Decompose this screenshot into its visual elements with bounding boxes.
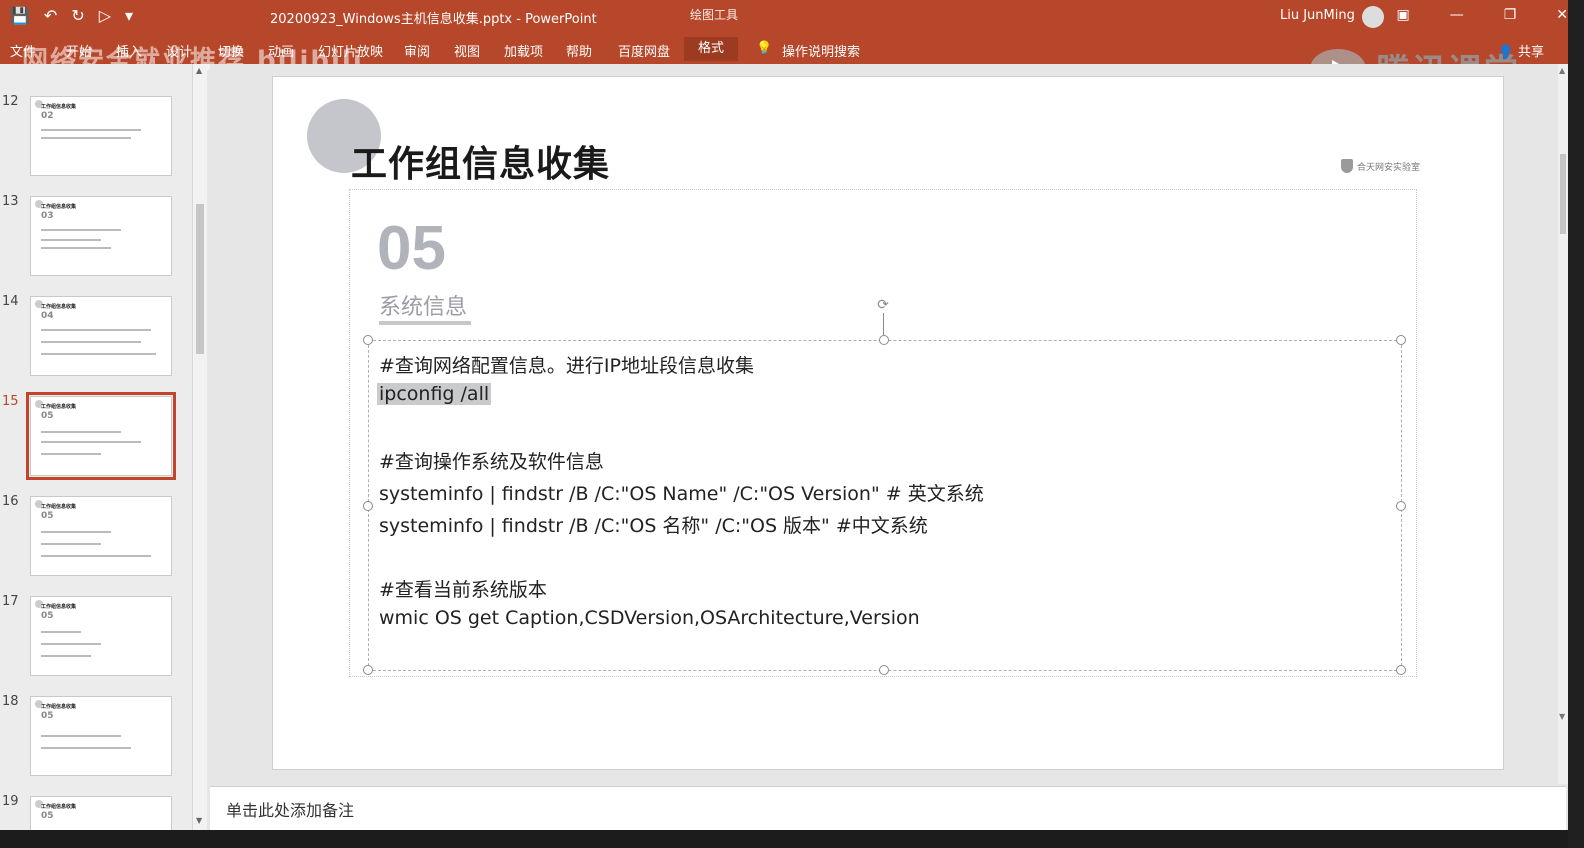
slide-thumbnail-13[interactable]: 13 工作组信息收集 03 xyxy=(0,194,192,278)
selected-text[interactable]: ipconfig /all xyxy=(377,383,492,405)
window-buttons: ▣ — ❐ ✕ xyxy=(1396,7,1568,23)
slide-thumbnail-16[interactable]: 16 工作组信息收集 05 xyxy=(0,494,192,578)
tab-review[interactable]: 审阅 xyxy=(404,41,430,60)
title-bar: 💾 ↶ ↻ ▷ ▾ 20200923_Windows主机信息收集.pptx - … xyxy=(0,0,1584,34)
section-subtitle[interactable]: 系统信息 xyxy=(379,289,467,321)
text-line[interactable]: systeminfo | findstr /B /C:"OS Name" /C:… xyxy=(379,479,984,506)
resize-handle-s[interactable] xyxy=(879,665,889,675)
close-icon[interactable]: ✕ xyxy=(1556,7,1568,23)
resize-handle-se[interactable] xyxy=(1396,665,1406,675)
scroll-up-icon[interactable]: ▲ xyxy=(196,66,202,75)
thumbnail-scrollbar[interactable]: ▲ ▼ xyxy=(192,64,207,830)
minimize-icon[interactable]: — xyxy=(1450,7,1464,23)
context-tab-label: 绘图工具 xyxy=(690,8,739,22)
subtitle-underline xyxy=(379,321,471,325)
text-line[interactable]: #查询网络配置信息。进行IP地址段信息收集 xyxy=(379,351,754,378)
slide-logo: 合天网安实验室 xyxy=(1341,159,1420,173)
resize-handle-sw[interactable] xyxy=(363,665,373,675)
text-line[interactable]: #查询操作系统及软件信息 xyxy=(379,447,604,474)
notes-pane[interactable]: 单击此处添加备注 xyxy=(210,786,1566,831)
tab-baidu-netdisk[interactable]: 百度网盘 xyxy=(618,41,670,60)
document-title: 20200923_Windows主机信息收集.pptx - PowerPoint xyxy=(270,12,597,27)
slide-thumbnail-19[interactable]: 19 工作组信息收集 05 xyxy=(0,794,192,830)
slide-thumbnail-12[interactable]: 12 工作组信息收集 02 xyxy=(0,94,192,178)
quick-access-toolbar: 💾 ↶ ↻ ▷ ▾ xyxy=(10,6,133,25)
present-icon[interactable]: ▷ xyxy=(99,6,111,25)
scrollbar-thumb[interactable] xyxy=(1560,154,1566,234)
text-line[interactable]: systeminfo | findstr /B /C:"OS 名称" /C:"O… xyxy=(379,511,928,538)
undo-icon[interactable]: ↶ xyxy=(44,6,57,25)
editor-scrollbar[interactable]: ▲ ▼ xyxy=(1558,64,1568,784)
slide-thumbnail-panel: 12 工作组信息收集 02 13 工作组信息收集 03 14 工作组信息收集 0… xyxy=(0,64,192,830)
restore-icon[interactable]: ❐ xyxy=(1504,7,1517,23)
tab-help[interactable]: 帮助 xyxy=(566,41,592,60)
rotate-handle-stem xyxy=(883,313,884,337)
slide-thumbnail-14[interactable]: 14 工作组信息收集 04 xyxy=(0,294,192,378)
slide-canvas[interactable]: 工作组信息收集 合天网安实验室 05 系统信息 ⟳ #查询网络配置信息。进行IP… xyxy=(272,76,1504,770)
slide-thumbnail-18[interactable]: 18 工作组信息收集 05 xyxy=(0,694,192,778)
notes-placeholder[interactable]: 单击此处添加备注 xyxy=(226,797,354,821)
redo-icon[interactable]: ↻ xyxy=(71,6,84,25)
user-name[interactable]: Liu JunMing xyxy=(1280,8,1355,23)
ribbon-display-icon[interactable]: ▣ xyxy=(1396,7,1409,23)
slide-thumbnail-15[interactable]: 15 工作组信息收集 05 xyxy=(0,392,192,480)
resize-handle-e[interactable] xyxy=(1396,501,1406,511)
scroll-up-icon[interactable]: ▲ xyxy=(1559,66,1565,75)
text-line[interactable]: #查看当前系统版本 xyxy=(379,575,547,602)
tell-me-search[interactable]: 操作说明搜索 xyxy=(782,41,860,60)
resize-handle-nw[interactable] xyxy=(363,335,373,345)
section-number[interactable]: 05 xyxy=(377,213,446,284)
scrollbar-thumb[interactable] xyxy=(196,204,204,354)
slide-title[interactable]: 工作组信息收集 xyxy=(351,135,610,187)
resize-handle-n[interactable] xyxy=(879,335,889,345)
rotate-handle-icon[interactable]: ⟳ xyxy=(875,297,891,313)
text-line[interactable]: wmic OS get Caption,CSDVersion,OSArchite… xyxy=(379,607,920,629)
avatar[interactable] xyxy=(1362,6,1384,28)
tab-view[interactable]: 视图 xyxy=(454,41,480,60)
scroll-down-icon[interactable]: ▼ xyxy=(1559,712,1565,721)
resize-handle-w[interactable] xyxy=(363,501,373,511)
selected-text-box[interactable]: #查询网络配置信息。进行IP地址段信息收集 ipconfig /all #查询操… xyxy=(368,340,1402,671)
lightbulb-icon[interactable]: 💡 xyxy=(756,41,772,56)
customize-icon[interactable]: ▾ xyxy=(125,6,133,25)
save-icon[interactable]: 💾 xyxy=(10,6,30,25)
shield-icon xyxy=(1341,159,1353,173)
scroll-down-icon[interactable]: ▼ xyxy=(196,816,202,825)
tab-addins[interactable]: 加载项 xyxy=(504,41,543,60)
tab-format[interactable]: 格式 xyxy=(684,37,739,61)
resize-handle-ne[interactable] xyxy=(1396,335,1406,345)
window-edge xyxy=(1568,0,1584,848)
status-bar xyxy=(0,830,1584,848)
slide-thumbnail-17[interactable]: 17 工作组信息收集 05 xyxy=(0,594,192,678)
